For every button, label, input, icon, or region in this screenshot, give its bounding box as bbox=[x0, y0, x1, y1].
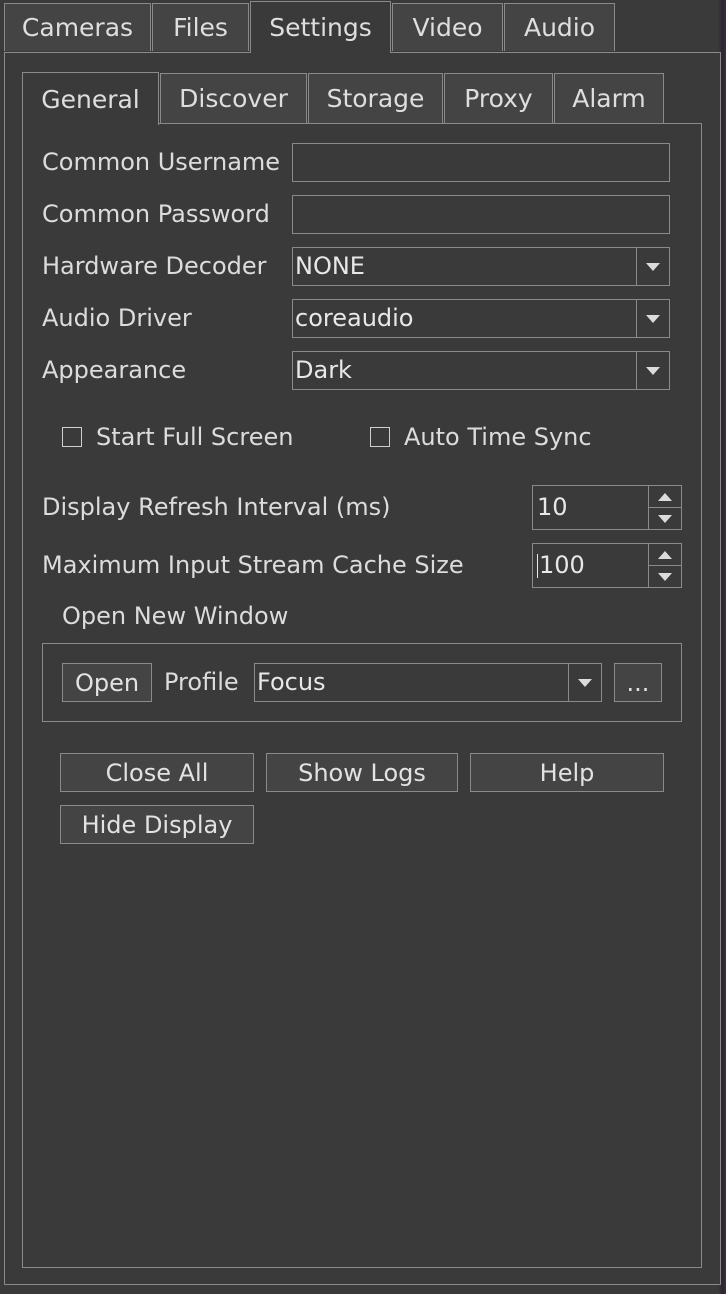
tab-cameras[interactable]: Cameras bbox=[4, 3, 151, 51]
increment-button[interactable] bbox=[649, 486, 681, 508]
hardware-decoder-dropdown-button[interactable] bbox=[636, 248, 669, 285]
tab-cameras-label: Cameras bbox=[21, 13, 134, 42]
chevron-down-icon bbox=[658, 514, 672, 523]
tab-files-label: Files bbox=[173, 13, 228, 42]
display-refresh-interval-label: Display Refresh Interval (ms) bbox=[42, 493, 391, 521]
ellipsis-icon: ... bbox=[626, 668, 650, 697]
common-username-input[interactable] bbox=[292, 143, 670, 182]
open-button-label: Open bbox=[74, 668, 140, 697]
audio-driver-dropdown-button[interactable] bbox=[636, 300, 669, 337]
auto-time-sync-checkbox[interactable] bbox=[370, 427, 390, 447]
start-full-screen-label[interactable]: Start Full Screen bbox=[96, 423, 293, 451]
show-logs-button[interactable]: Show Logs bbox=[266, 753, 458, 792]
common-password-input[interactable] bbox=[292, 195, 670, 234]
appearance-label: Appearance bbox=[42, 356, 187, 384]
chevron-down-icon bbox=[646, 366, 660, 375]
auto-time-sync-label[interactable]: Auto Time Sync bbox=[404, 423, 592, 451]
tab-alarm-label: Alarm bbox=[572, 84, 646, 113]
tab-general-label: General bbox=[41, 84, 140, 114]
hardware-decoder-label: Hardware Decoder bbox=[42, 252, 267, 280]
chevron-down-icon bbox=[658, 572, 672, 581]
tab-settings[interactable]: Settings bbox=[250, 1, 391, 53]
chevron-down-icon bbox=[646, 262, 660, 271]
profile-dropdown-button[interactable] bbox=[568, 664, 601, 701]
help-label: Help bbox=[539, 758, 595, 787]
app-window: Cameras Files Settings Video Audio Gener… bbox=[0, 0, 726, 1294]
audio-driver-select[interactable]: coreaudio bbox=[292, 299, 670, 338]
close-all-label: Close All bbox=[105, 758, 209, 787]
profile-label: Profile bbox=[164, 668, 239, 696]
display-refresh-interval-spinbox[interactable]: 10 bbox=[532, 485, 682, 530]
chevron-up-icon bbox=[658, 550, 672, 559]
open-button[interactable]: Open bbox=[62, 663, 152, 702]
common-username-label: Common Username bbox=[42, 148, 281, 176]
show-logs-label: Show Logs bbox=[298, 758, 426, 787]
start-full-screen-checkbox[interactable] bbox=[62, 427, 82, 447]
display-refresh-interval-stepper bbox=[648, 486, 681, 529]
audio-driver-label: Audio Driver bbox=[42, 304, 192, 332]
max-input-stream-cache-stepper bbox=[648, 544, 681, 587]
hardware-decoder-value: NONE bbox=[295, 252, 365, 280]
tab-proxy[interactable]: Proxy bbox=[444, 73, 553, 123]
profile-select[interactable]: Focus bbox=[254, 663, 602, 702]
tab-files[interactable]: Files bbox=[152, 3, 249, 51]
max-input-stream-cache-value: 100 bbox=[539, 551, 585, 579]
appearance-dropdown-button[interactable] bbox=[636, 352, 669, 389]
display-refresh-interval-value: 10 bbox=[537, 493, 568, 521]
hide-display-button[interactable]: Hide Display bbox=[60, 805, 254, 844]
appearance-select[interactable]: Dark bbox=[292, 351, 670, 390]
tab-discover-label: Discover bbox=[179, 84, 288, 113]
decrement-button[interactable] bbox=[649, 566, 681, 587]
appearance-value: Dark bbox=[295, 356, 352, 384]
open-new-window-title: Open New Window bbox=[62, 602, 289, 630]
tab-alarm[interactable]: Alarm bbox=[554, 73, 664, 123]
tab-discover[interactable]: Discover bbox=[160, 73, 307, 123]
tab-proxy-label: Proxy bbox=[464, 84, 533, 113]
chevron-down-icon bbox=[578, 678, 592, 687]
chevron-up-icon bbox=[658, 492, 672, 501]
max-input-stream-cache-spinbox[interactable]: 100 bbox=[532, 543, 682, 588]
max-input-stream-cache-label: Maximum Input Stream Cache Size bbox=[42, 551, 464, 579]
tab-audio[interactable]: Audio bbox=[504, 3, 615, 51]
profile-value: Focus bbox=[257, 668, 326, 696]
decrement-button[interactable] bbox=[649, 508, 681, 529]
chevron-down-icon bbox=[646, 314, 660, 323]
tab-storage[interactable]: Storage bbox=[308, 73, 443, 123]
close-all-button[interactable]: Close All bbox=[60, 753, 254, 792]
hardware-decoder-select[interactable]: NONE bbox=[292, 247, 670, 286]
tab-general[interactable]: General bbox=[22, 72, 159, 125]
common-password-label: Common Password bbox=[42, 200, 270, 228]
tab-video-label: Video bbox=[412, 13, 483, 42]
tab-settings-label: Settings bbox=[269, 13, 372, 42]
text-cursor bbox=[537, 554, 538, 578]
tab-video[interactable]: Video bbox=[392, 3, 503, 51]
tab-storage-label: Storage bbox=[326, 84, 425, 113]
increment-button[interactable] bbox=[649, 544, 681, 566]
help-button[interactable]: Help bbox=[470, 753, 664, 792]
tab-audio-label: Audio bbox=[523, 13, 596, 42]
audio-driver-value: coreaudio bbox=[295, 304, 414, 332]
hide-display-label: Hide Display bbox=[81, 810, 233, 839]
profile-more-button[interactable]: ... bbox=[614, 663, 662, 702]
